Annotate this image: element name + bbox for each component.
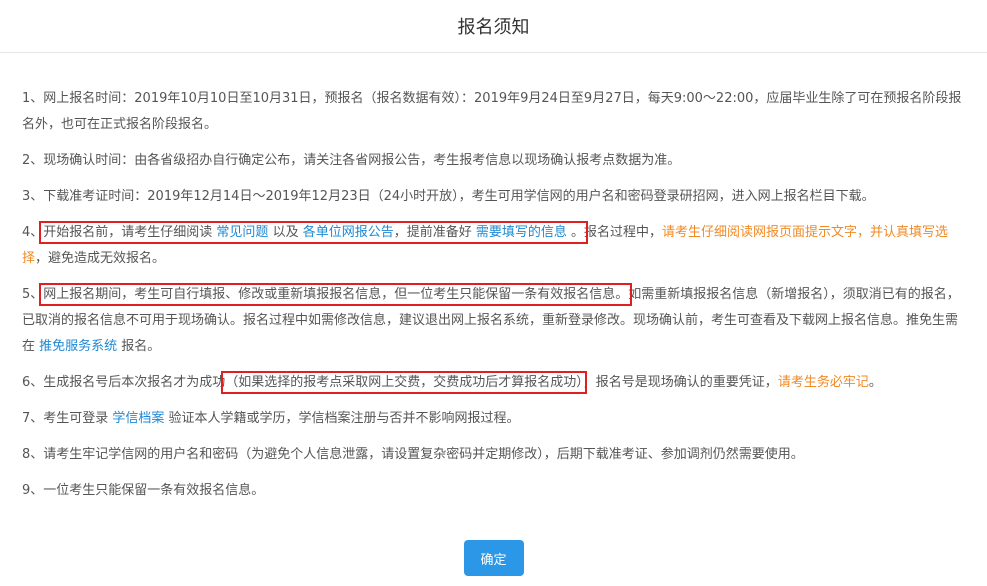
required-info-link[interactable]: 需要填写的信息 bbox=[476, 225, 567, 240]
highlight-box: 开始报名前，请考生仔细阅读 常见问题 以及 各单位网报公告，提前准备好 需要填写… bbox=[39, 221, 589, 244]
notice-item-5: 5、网上报名期间，考生可自行填报、修改或重新填报报名信息，但一位考生只能保留一条… bbox=[22, 282, 962, 360]
notice-item-1: 1、网上报名时间：2019年10月10日至10月31日，预报名（报名数据有效）：… bbox=[22, 91, 962, 132]
text: 。 bbox=[566, 225, 585, 240]
dialog-header: 报名须知 bbox=[0, 0, 987, 53]
item-number: 4、 bbox=[22, 225, 44, 240]
dialog-footer: 确定 bbox=[0, 540, 987, 580]
text: ，提前准备好 bbox=[393, 225, 476, 240]
text: 以及 bbox=[268, 225, 303, 240]
notice-item-9: 9、一位考生只能保留一条有效报名信息。 bbox=[22, 483, 265, 498]
notice-item-4: 4、开始报名前，请考生仔细阅读 常见问题 以及 各单位网报公告，提前准备好 需要… bbox=[22, 220, 962, 272]
highlight-box: 网上报名期间，考生可自行填报、修改或重新填报报名信息，但一位考生只能保留一条有效… bbox=[39, 283, 633, 306]
confirm-button[interactable]: 确定 bbox=[463, 540, 524, 576]
item-number: 5、 bbox=[22, 287, 44, 302]
faq-link[interactable]: 常见问题 bbox=[216, 225, 268, 240]
notice-item-3: 3、下载准考证时间：2019年12月14日～2019年12月23日（24小时开放… bbox=[22, 189, 875, 204]
recommend-system-link[interactable]: 推免服务系统 bbox=[39, 339, 117, 354]
notice-item-7: 7、考生可登录 学信档案 验证本人学籍或学历，学信档案注册与否并不影响网报过程。 bbox=[22, 406, 962, 432]
dialog-title: 报名须知 bbox=[457, 17, 530, 38]
notice-list: 1、网上报名时间：2019年10月10日至10月31日，预报名（报名数据有效）：… bbox=[22, 86, 962, 514]
xuexin-archive-link[interactable]: 学信档案 bbox=[112, 411, 164, 426]
text: 报名过程中， bbox=[584, 225, 663, 240]
notice-item-8: 8、请考生牢记学信网的用户名和密码（为避免个人信息泄露，请设置复杂密码并定期修改… bbox=[22, 447, 804, 462]
text: 报名。 bbox=[117, 339, 161, 354]
notice-item-6: 6、生成报名号后本次报名才为成功（如果选择的报考点采取网上交费，交费成功后才算报… bbox=[22, 370, 962, 396]
text: ，报名号是现场确认的重要凭证， bbox=[582, 375, 778, 390]
highlight-box: （如果选择的报考点采取网上交费，交费成功后才算报名成功） bbox=[221, 371, 587, 394]
text: 开始报名前，请考生仔细阅读 bbox=[43, 225, 217, 240]
text: 。 bbox=[868, 375, 882, 390]
text: 6、生成报名号后本次报名才为成功 bbox=[22, 375, 226, 390]
text: 7、考生可登录 bbox=[22, 411, 113, 426]
unit-notice-link[interactable]: 各单位网报公告 bbox=[303, 225, 394, 240]
warning-text: 请考生务必牢记 bbox=[777, 375, 869, 390]
text: 验证本人学籍或学历，学信档案注册与否并不影响网报过程。 bbox=[164, 411, 520, 426]
notice-item-2: 2、现场确认时间：由各省级招办自行确定公布，请关注各省网报公告，考生报考信息以现… bbox=[22, 153, 681, 168]
text: ，避免造成无效报名。 bbox=[35, 251, 166, 266]
